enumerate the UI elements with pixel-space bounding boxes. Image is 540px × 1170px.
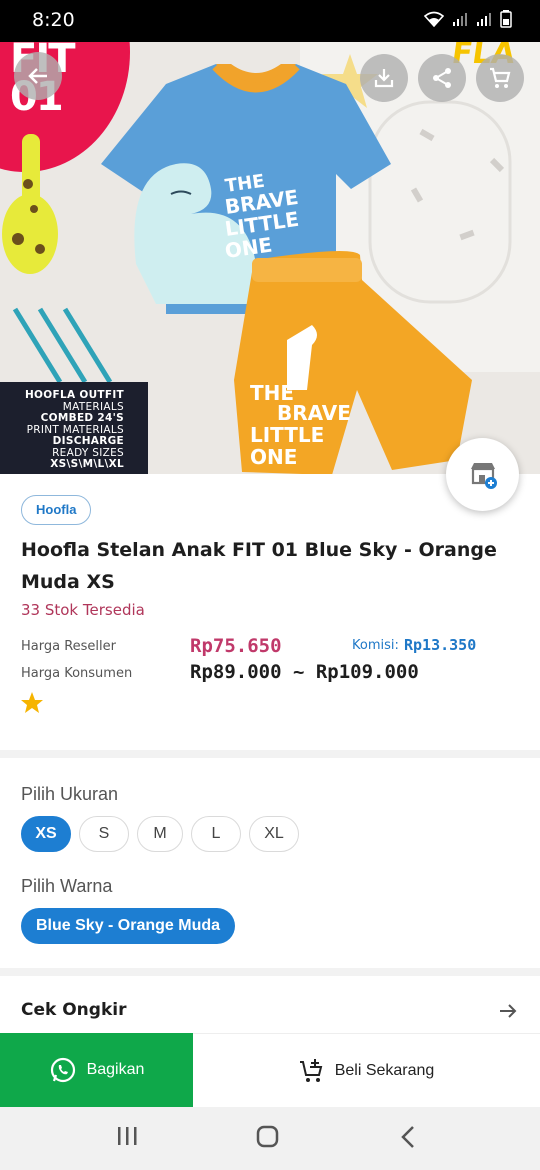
product-title: Hoofla Stelan Anak FIT 01 Blue Sky - Ora… — [21, 539, 497, 593]
commission-label: Komisi: — [352, 638, 399, 653]
product-info-panel: HOOFLA OUTFIT MATERIALS COMBED 24'S PRIN… — [0, 382, 148, 474]
arrow-right-icon[interactable] — [498, 1001, 518, 1021]
battery-icon — [500, 10, 512, 28]
giraffe-toy-decoration — [2, 134, 58, 274]
back-button[interactable] — [14, 52, 62, 100]
download-icon — [374, 69, 394, 88]
add-to-store-button[interactable] — [446, 438, 519, 511]
cart-add-icon — [299, 1058, 322, 1082]
consumer-price-label: Harga Konsumen — [21, 666, 133, 681]
buy-now-button[interactable]: Beli Sekarang — [193, 1033, 540, 1107]
info-line: COMBED 24'S — [40, 412, 124, 424]
shipping-check-label[interactable]: Cek Ongkir — [21, 1000, 126, 1020]
info-line: XS\S\M\L\XL — [50, 458, 124, 470]
share-label: Bagikan — [86, 1061, 145, 1078]
store-add-icon — [470, 462, 497, 489]
info-line: DISCHARGE — [52, 435, 124, 447]
share-button[interactable] — [418, 54, 466, 102]
recent-apps-icon[interactable] — [116, 1124, 138, 1150]
product-image[interactable]: FIT01 FLA THE BRAVE LITTLE ONE THE BRAVE… — [0, 42, 540, 474]
shorts-image: THE BRAVE LITTLE ONE — [234, 251, 472, 474]
info-line: HOOFLA OUTFIT — [24, 389, 124, 401]
reseller-price: Rp75.650 — [190, 635, 282, 657]
home-icon[interactable] — [256, 1124, 280, 1150]
stock-text: 33 Stok Tersedia — [21, 601, 145, 619]
arrow-left-icon — [28, 68, 47, 84]
consumer-price: Rp89.000 ~ Rp109.000 — [190, 661, 419, 683]
divider — [0, 750, 540, 758]
buy-now-label: Beli Sekarang — [334, 1061, 435, 1079]
size-option-s[interactable]: S — [79, 816, 129, 852]
cart-icon — [490, 67, 511, 88]
status-icons — [424, 10, 512, 28]
brand-chip[interactable]: Hoofla — [21, 495, 92, 525]
size-option-m[interactable]: M — [137, 816, 183, 852]
status-bar: 8:20 — [0, 0, 540, 42]
star-icon — [21, 692, 43, 713]
status-time: 8:20 — [32, 9, 75, 31]
share-whatsapp-button[interactable]: Bagikan — [0, 1033, 193, 1107]
signal-icon-2 — [477, 13, 491, 26]
shorts-print-line-2: BRAVE — [277, 401, 351, 425]
cart-button[interactable] — [476, 54, 524, 102]
size-label: Pilih Ukuran — [21, 784, 119, 804]
commission-value: Rp13.350 — [404, 636, 477, 654]
back-nav-icon[interactable] — [398, 1124, 418, 1150]
color-label: Pilih Warna — [21, 876, 113, 896]
download-button[interactable] — [360, 54, 408, 102]
whatsapp-icon — [50, 1057, 75, 1083]
divider — [0, 968, 540, 976]
size-option-xs[interactable]: XS — [21, 816, 71, 852]
shorts-print-line-3: LITTLE — [250, 423, 324, 447]
system-nav-bar — [0, 1107, 540, 1170]
signal-icon — [453, 13, 467, 26]
reseller-price-label: Harga Reseller — [21, 639, 116, 654]
size-option-l[interactable]: L — [191, 816, 241, 852]
wifi-icon — [424, 11, 444, 27]
size-option-xl[interactable]: XL — [249, 816, 299, 852]
color-option-blue-sky-orange-muda[interactable]: Blue Sky - Orange Muda — [21, 908, 236, 944]
shorts-print-line-4: ONE — [250, 445, 297, 469]
size-options: XS S M L XL — [21, 816, 299, 852]
share-icon — [433, 68, 451, 88]
